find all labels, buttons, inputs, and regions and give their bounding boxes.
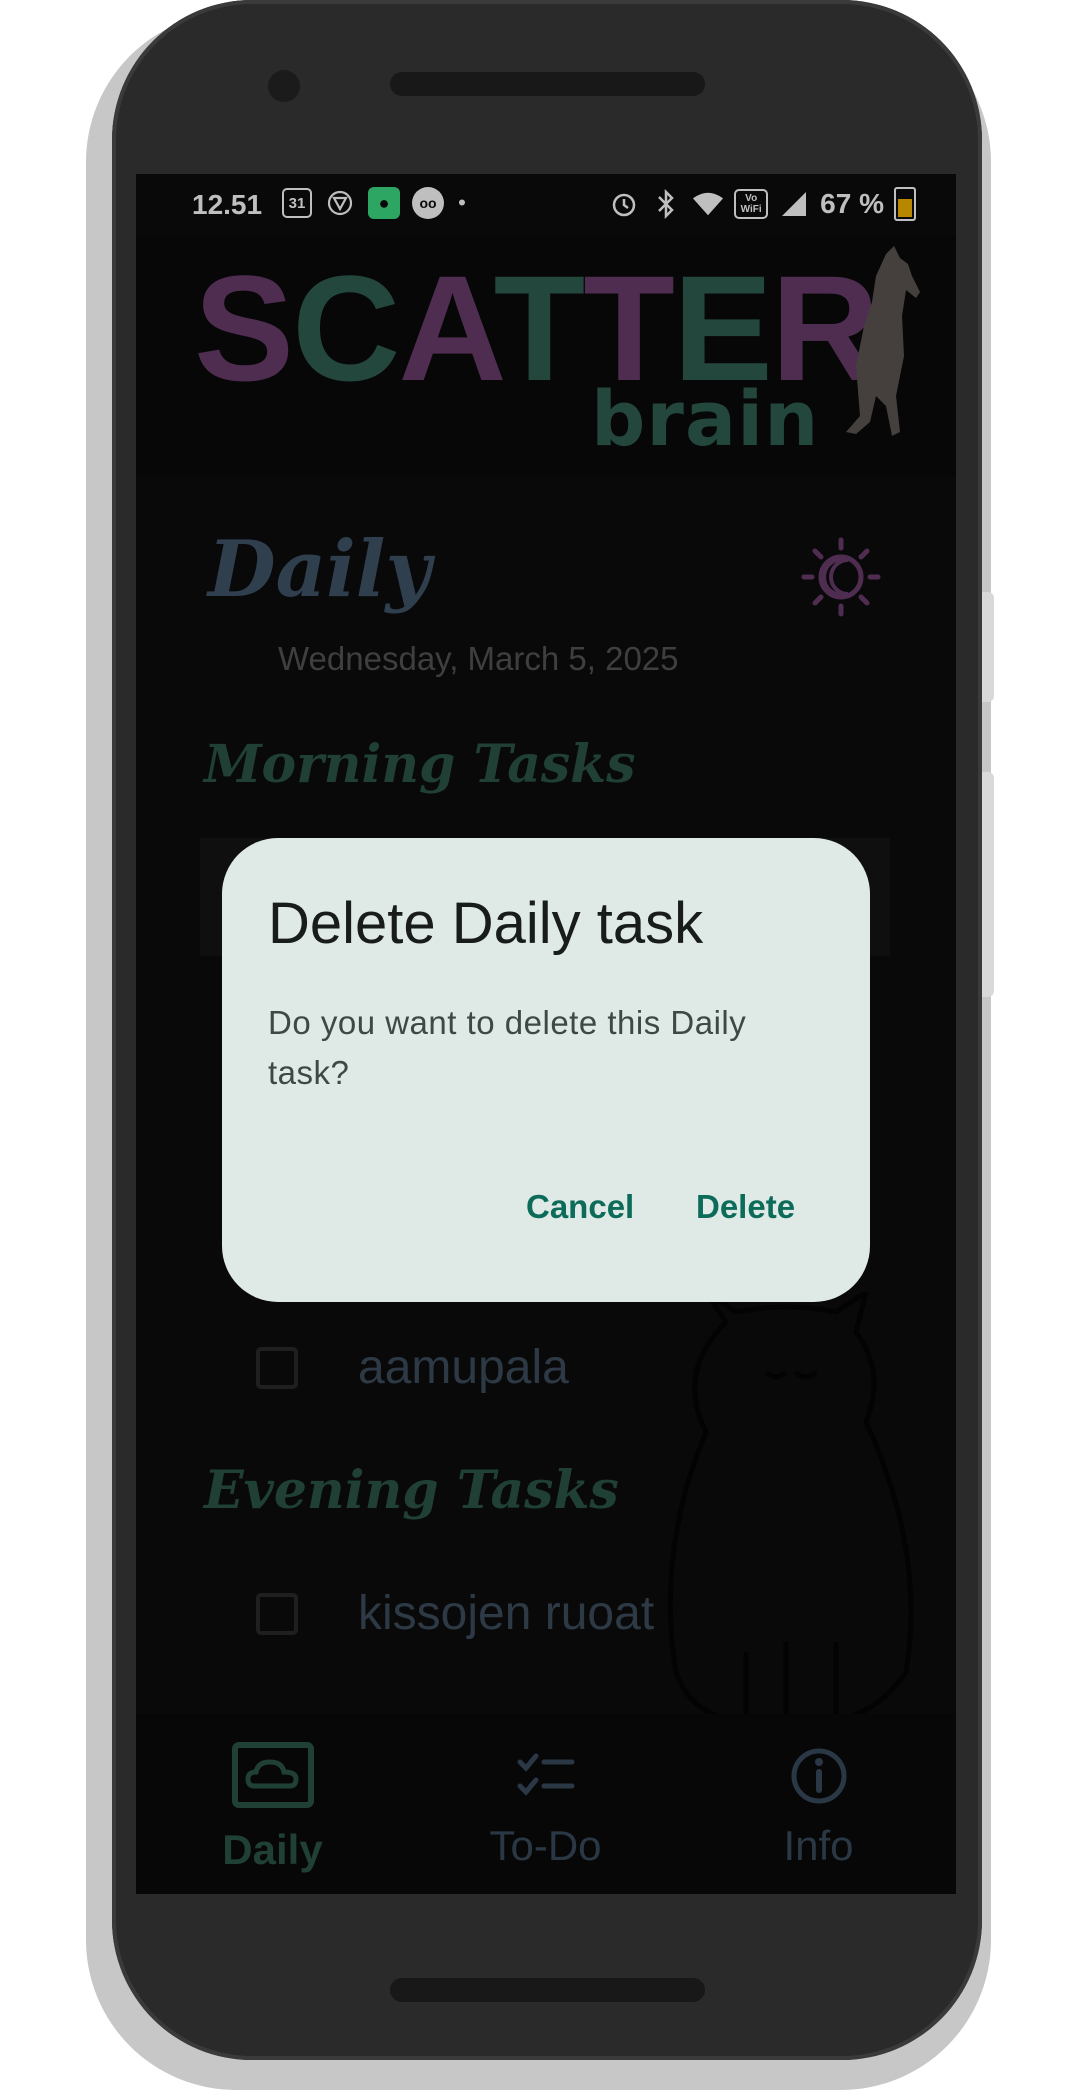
dialog-title: Delete Daily task bbox=[268, 891, 704, 956]
power-button bbox=[982, 772, 994, 997]
app-screen: 12.51 31 ● oo • Vo WiFi 67 % SCATTER bra… bbox=[136, 174, 956, 1894]
volume-button bbox=[982, 592, 994, 702]
front-camera bbox=[268, 70, 300, 102]
cancel-button[interactable]: Cancel bbox=[512, 1178, 648, 1236]
bottom-speaker bbox=[390, 1978, 705, 2002]
dialog-message: Do you want to delete this Daily task? bbox=[268, 1004, 747, 1091]
delete-task-dialog: Delete Daily task Do you want to delete … bbox=[222, 838, 870, 1302]
delete-button[interactable]: Delete bbox=[682, 1178, 809, 1236]
earpiece-speaker bbox=[390, 72, 705, 96]
